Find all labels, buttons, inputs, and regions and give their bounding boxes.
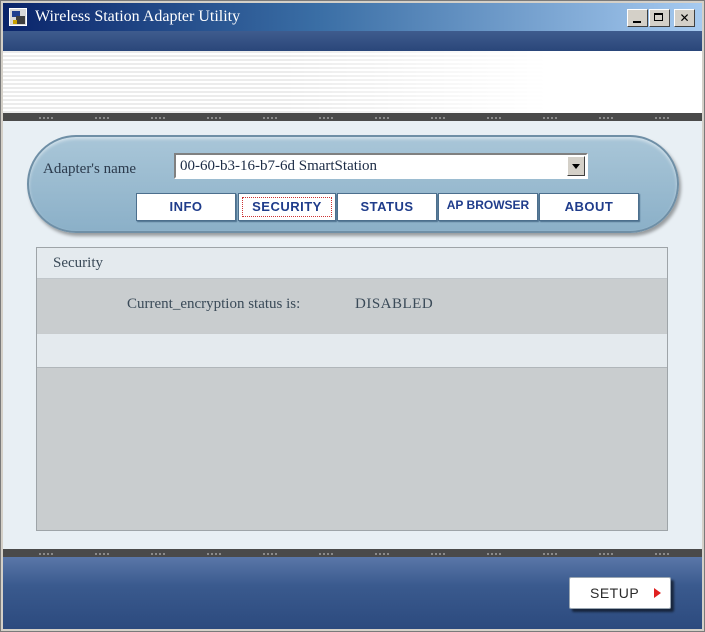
footer-bar: SETUP <box>3 557 702 629</box>
app-icon[interactable] <box>9 8 27 26</box>
tab-about[interactable]: ABOUT <box>539 193 639 221</box>
chevron-down-icon <box>572 164 580 169</box>
panel-blank-area <box>37 368 667 530</box>
maximize-icon <box>654 13 663 21</box>
divider-top <box>3 113 702 121</box>
minimize-icon <box>633 21 641 23</box>
security-panel: Security Current_encryption status is: D… <box>36 247 668 531</box>
setup-button-label: SETUP <box>590 585 640 601</box>
banner <box>3 51 702 113</box>
main-content: Adapter's name 00-60-b3-16-b7-6d SmartSt… <box>3 121 702 549</box>
encryption-status-row: Current_encryption status is: DISABLED <box>37 279 667 333</box>
panel-header: Security <box>37 248 667 279</box>
tab-ap-browser[interactable]: AP BROWSER <box>438 193 538 221</box>
dropdown-button[interactable] <box>567 156 585 176</box>
arrow-right-icon <box>654 588 661 598</box>
tab-info[interactable]: INFO <box>136 193 236 221</box>
minimize-button[interactable] <box>627 9 648 27</box>
tab-security-label: SECURITY <box>242 197 332 217</box>
adapter-select-value: 00-60-b3-16-b7-6d SmartStation <box>180 158 378 174</box>
title-bar[interactable]: Wireless Station Adapter Utility ✕ <box>3 3 702 31</box>
divider-bottom <box>3 549 702 557</box>
app-window: Wireless Station Adapter Utility ✕ Adapt… <box>0 0 705 632</box>
adapter-name-label: Adapter's name <box>43 161 137 177</box>
panel-blank-row <box>37 334 667 368</box>
tab-security[interactable]: SECURITY <box>238 193 336 221</box>
encryption-status-label: Current_encryption status is: <box>127 296 301 312</box>
header-strip <box>3 31 702 51</box>
close-icon: ✕ <box>679 11 690 25</box>
tab-status[interactable]: STATUS <box>337 193 437 221</box>
panel-title: Security <box>53 255 103 271</box>
maximize-button[interactable] <box>649 9 670 27</box>
encryption-status-value: DISABLED <box>355 296 434 312</box>
close-button[interactable]: ✕ <box>674 9 695 27</box>
adapter-select[interactable]: 00-60-b3-16-b7-6d SmartStation <box>174 153 588 179</box>
window-title: Wireless Station Adapter Utility <box>35 8 241 25</box>
setup-button[interactable]: SETUP <box>569 577 671 609</box>
